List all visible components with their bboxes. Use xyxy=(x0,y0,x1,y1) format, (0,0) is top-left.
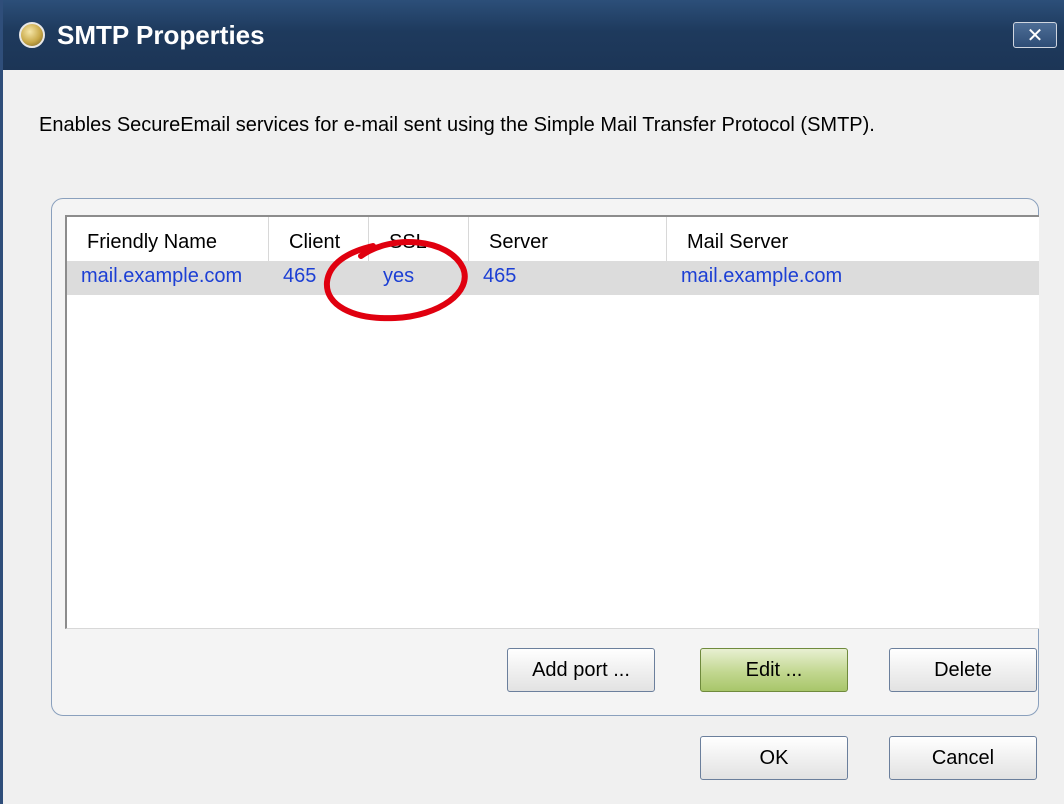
ok-button[interactable]: OK xyxy=(700,736,848,780)
window-title: SMTP Properties xyxy=(57,20,265,50)
column-header-ssl[interactable]: SSL xyxy=(369,217,469,261)
column-header-server[interactable]: Server xyxy=(469,217,667,261)
cell-ssl: yes xyxy=(383,265,415,287)
cell-client: 465 xyxy=(283,265,317,287)
add-port-button[interactable]: Add port ... xyxy=(507,648,655,692)
title-bar[interactable]: SMTP Properties ✕ xyxy=(3,0,1064,70)
edit-button[interactable]: Edit ... xyxy=(700,648,848,692)
cell-server: 465 xyxy=(483,265,517,287)
table-row[interactable]: mail.example.com 465 yes 465 mail.exampl… xyxy=(67,261,1039,295)
cell-mail-server: mail.example.com xyxy=(681,265,843,287)
close-button[interactable]: ✕ xyxy=(1013,22,1057,48)
delete-button[interactable]: Delete xyxy=(889,648,1037,692)
close-icon: ✕ xyxy=(1026,23,1044,47)
cancel-button[interactable]: Cancel xyxy=(889,736,1037,780)
cell-friendly-name: mail.example.com xyxy=(81,265,243,287)
column-header-client[interactable]: Client xyxy=(269,217,369,261)
smtp-properties-dialog: SMTP Properties ✕ Enables SecureEmail se… xyxy=(0,0,1064,804)
list-header: Friendly Name Client SSL Server Mail Ser… xyxy=(67,217,1039,261)
column-header-friendly-name[interactable]: Friendly Name xyxy=(67,217,269,261)
column-header-mail-server[interactable]: Mail Server xyxy=(667,217,1039,261)
app-icon xyxy=(19,22,45,48)
ports-list[interactable]: Friendly Name Client SSL Server Mail Ser… xyxy=(65,215,1039,629)
dialog-description: Enables SecureEmail services for e-mail … xyxy=(39,114,875,136)
